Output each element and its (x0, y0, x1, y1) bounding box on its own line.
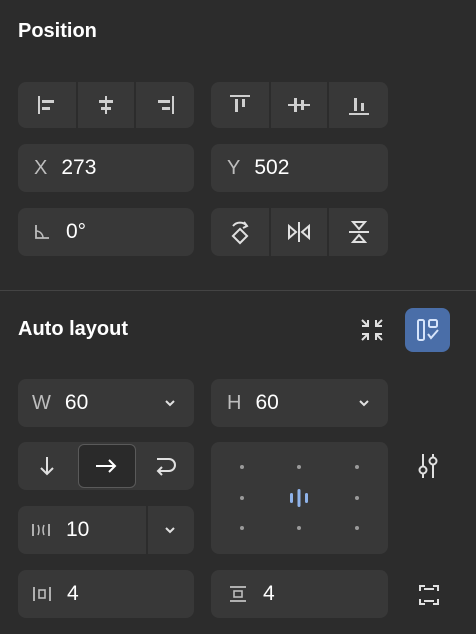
height-value: 60 (255, 391, 279, 414)
gap-field[interactable]: 10 (18, 506, 194, 554)
gap-icon (30, 520, 52, 540)
width-field[interactable]: W 60 (18, 379, 194, 427)
flip-horizontal-icon[interactable] (271, 208, 327, 256)
y-label: Y (227, 156, 241, 179)
height-field[interactable]: H 60 (211, 379, 388, 427)
gap-value: 10 (66, 518, 90, 541)
section-divider (0, 290, 476, 291)
alignment-center-indicator-icon (287, 486, 311, 510)
horizontal-padding-value: 4 (67, 582, 79, 605)
direction-horizontal-button[interactable] (78, 442, 134, 490)
vertical-padding-icon (227, 584, 249, 604)
align-right-icon[interactable] (136, 82, 194, 128)
align-top-icon[interactable] (211, 82, 269, 128)
chevron-down-icon[interactable] (357, 396, 371, 410)
alignment-grid[interactable] (211, 442, 388, 554)
section-title-auto-layout: Auto layout (18, 318, 128, 340)
width-value: 60 (64, 391, 89, 414)
section-title-position: Position (18, 20, 97, 42)
width-label: W (32, 391, 51, 414)
horizontal-align-group (18, 82, 194, 128)
align-bottom-icon[interactable] (329, 82, 388, 128)
y-position-field[interactable]: Y 502 (211, 144, 388, 192)
height-label: H (227, 391, 242, 414)
angle-icon (32, 222, 52, 242)
chevron-down-icon[interactable] (163, 523, 177, 537)
align-left-icon[interactable] (18, 82, 76, 128)
layout-settings-icon[interactable] (414, 452, 442, 480)
layout-check-icon (415, 317, 441, 343)
x-position-field[interactable]: X 273 (18, 144, 194, 192)
rotation-field[interactable]: 0° (18, 208, 194, 256)
rotate-90-icon[interactable] (211, 208, 269, 256)
flip-vertical-icon[interactable] (329, 208, 388, 256)
direction-vertical-button[interactable] (18, 442, 76, 490)
y-value: 502 (254, 156, 290, 179)
x-label: X (34, 156, 48, 179)
vertical-padding-field[interactable]: 4 (211, 570, 388, 618)
x-value: 273 (61, 156, 97, 179)
transform-group (211, 208, 388, 256)
individual-padding-icon[interactable] (416, 582, 442, 608)
direction-wrap-button[interactable] (136, 442, 194, 490)
direction-group (18, 442, 194, 490)
horizontal-padding-field[interactable]: 4 (18, 570, 194, 618)
vertical-align-group (211, 82, 388, 128)
vertical-padding-value: 4 (263, 582, 275, 605)
layout-guide-button[interactable] (405, 308, 450, 352)
align-vertical-center-icon[interactable] (271, 82, 327, 128)
rotation-value: 0° (66, 220, 87, 243)
collapse-icon[interactable] (357, 315, 387, 345)
chevron-down-icon[interactable] (163, 396, 177, 410)
align-horizontal-center-icon[interactable] (78, 82, 134, 128)
horizontal-padding-icon (31, 584, 53, 604)
